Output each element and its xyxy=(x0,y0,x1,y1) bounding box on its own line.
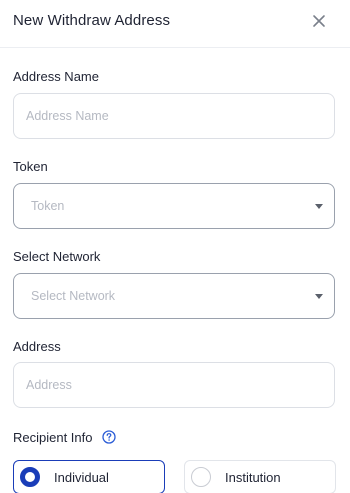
address-input[interactable] xyxy=(14,363,334,407)
dropdown-caret-icon xyxy=(315,294,323,299)
help-circle-icon[interactable] xyxy=(102,430,116,444)
modal-title: New Withdraw Address xyxy=(13,12,171,29)
recipient-individual-option[interactable]: Individual xyxy=(13,460,165,493)
address-name-input[interactable] xyxy=(14,94,334,138)
radio-unselected-icon xyxy=(191,467,211,487)
individual-option-label: Individual xyxy=(54,470,109,485)
network-select[interactable]: Select Network xyxy=(13,273,335,319)
token-select-placeholder: Token xyxy=(31,199,65,213)
recipient-info-label: Recipient Info xyxy=(13,430,93,445)
address-name-label: Address Name xyxy=(13,69,99,84)
network-select-placeholder: Select Network xyxy=(31,289,116,303)
radio-selected-icon xyxy=(20,467,40,487)
new-withdraw-address-modal: New Withdraw Address Address Name Token … xyxy=(0,0,350,493)
address-name-field[interactable] xyxy=(13,93,335,139)
modal-header: New Withdraw Address xyxy=(0,0,350,48)
institution-option-label: Institution xyxy=(225,470,281,485)
address-label: Address xyxy=(13,339,61,354)
token-select[interactable]: Token xyxy=(13,183,335,229)
recipient-institution-option[interactable]: Institution xyxy=(184,460,336,493)
dropdown-caret-icon xyxy=(315,204,323,209)
close-icon[interactable] xyxy=(311,13,327,29)
address-field[interactable] xyxy=(13,362,335,408)
token-label: Token xyxy=(13,159,48,174)
network-label: Select Network xyxy=(13,249,101,264)
